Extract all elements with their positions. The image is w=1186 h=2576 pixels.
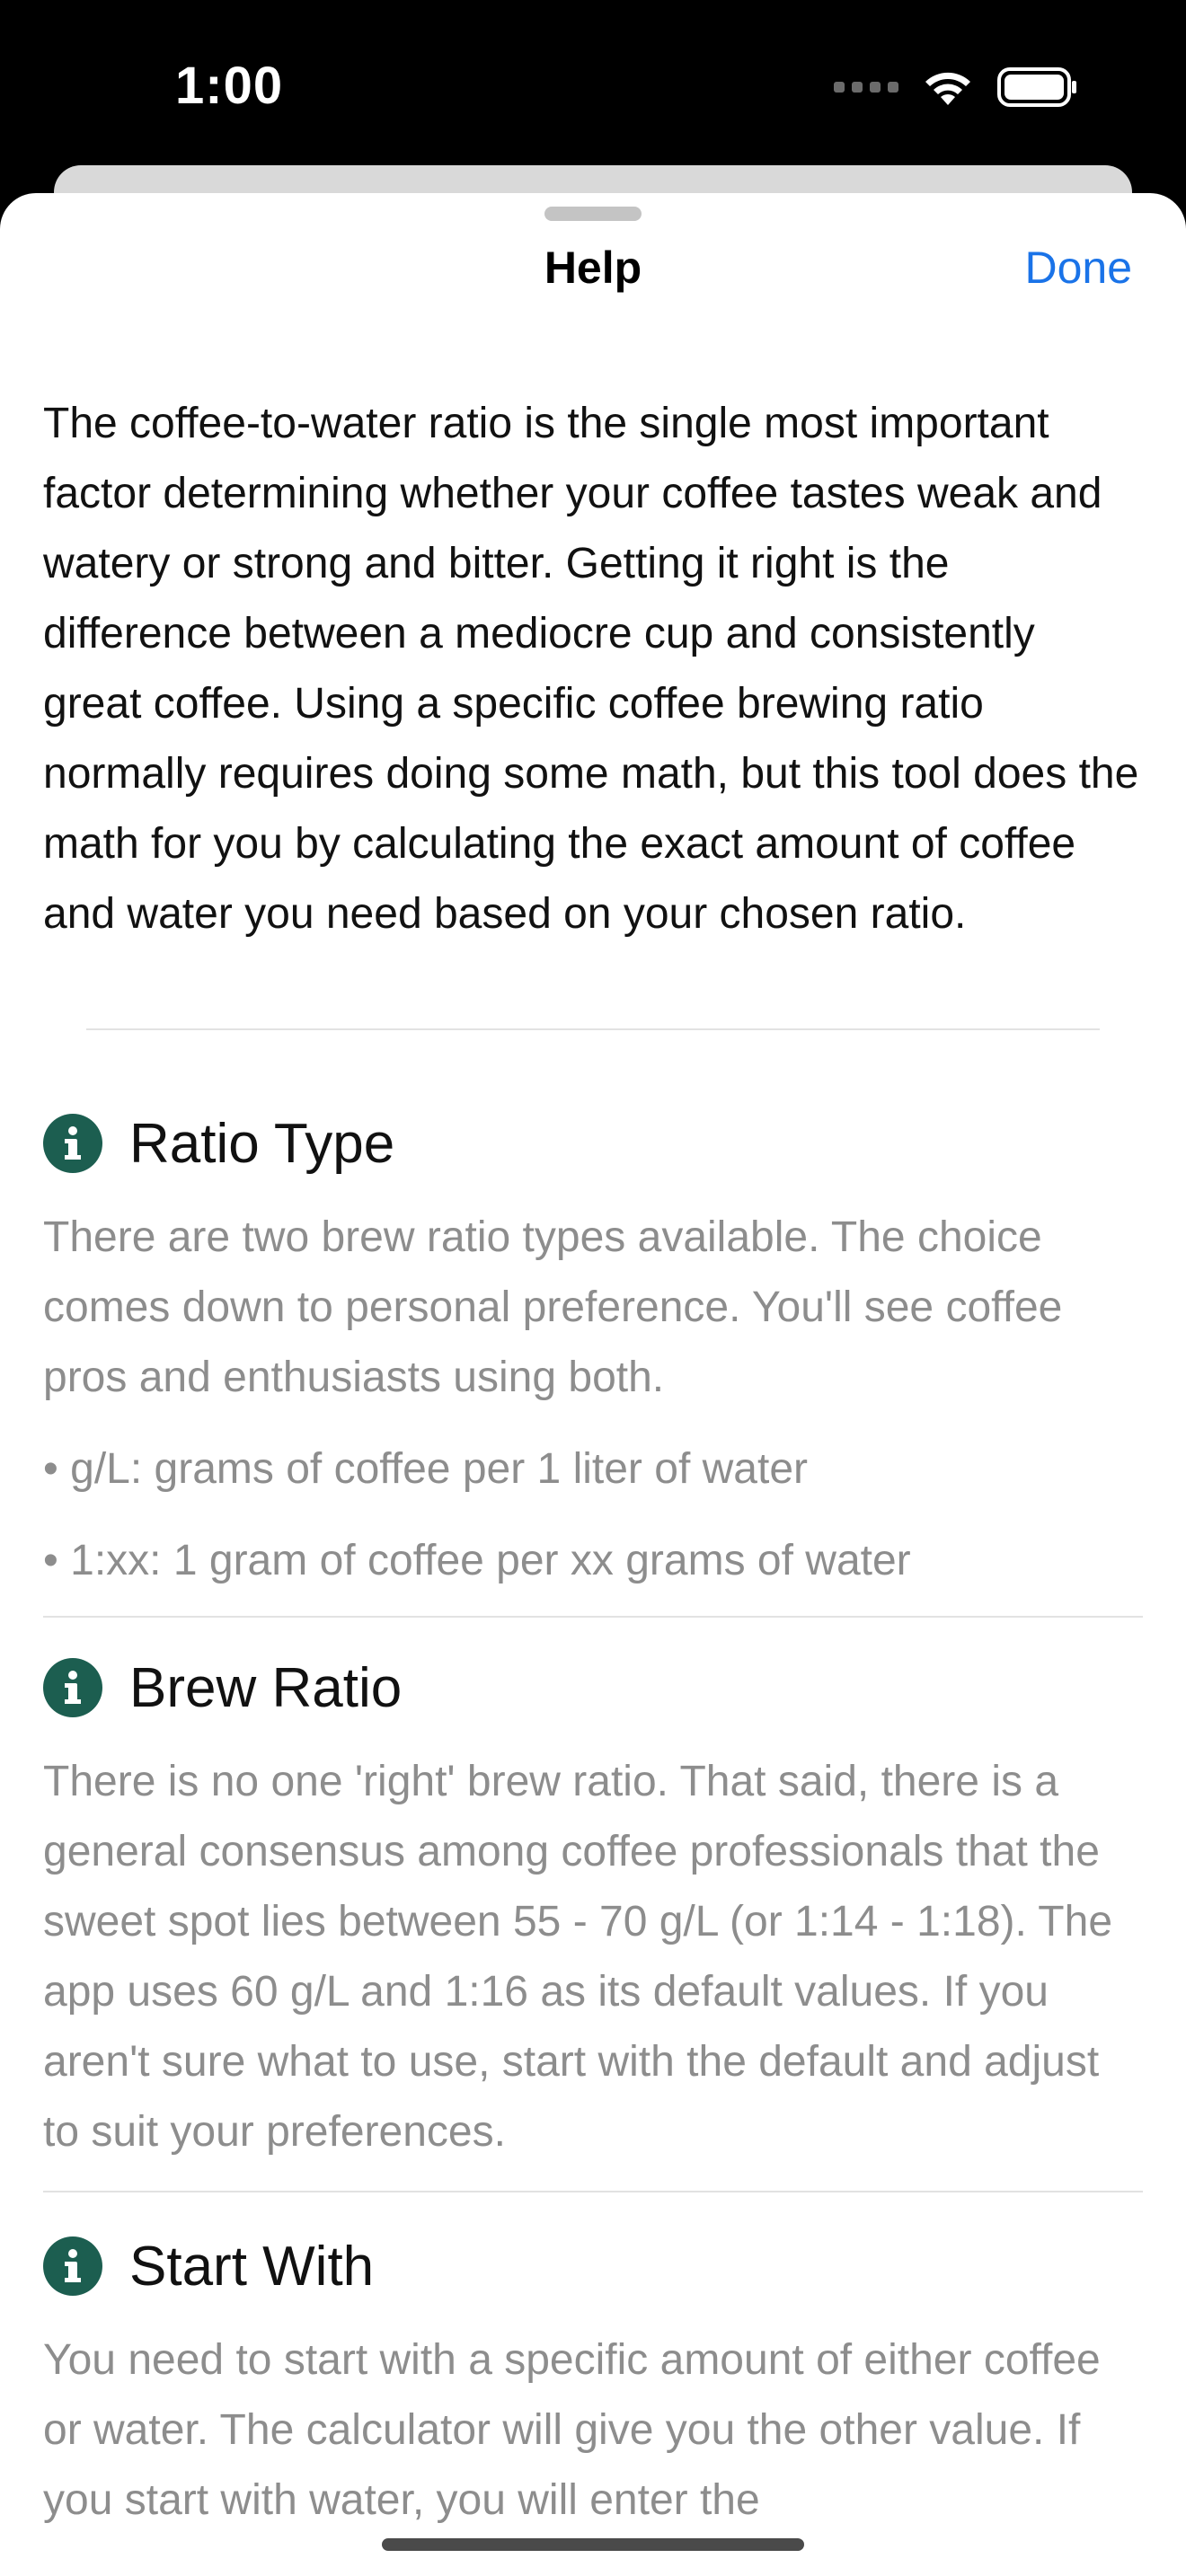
list-item: • 1:xx: 1 gram of coffee per xx grams of… (43, 1537, 911, 1584)
battery-icon (997, 67, 1076, 107)
intro-paragraph: The coffee-to-water ratio is the single … (43, 400, 1139, 938)
section-body: You need to start with a specific amount… (43, 2336, 1101, 2524)
section-title: Start With (129, 2235, 375, 2298)
divider (86, 1028, 1100, 1030)
info-icon (43, 1114, 102, 1173)
status-icons (834, 65, 1078, 110)
info-icon (43, 2236, 102, 2296)
section-body: There are two brew ratio types available… (43, 1213, 1063, 1401)
status-time: 1:00 (175, 57, 284, 115)
section-title: Ratio Type (129, 1112, 395, 1175)
section-start-with: Start With You need to start with a spec… (43, 2230, 1143, 2536)
home-indicator[interactable] (382, 2538, 804, 2551)
section-ratio-type: Ratio Type There are two brew ratio type… (43, 1107, 1143, 1618)
divider (43, 2191, 1143, 2192)
info-icon (43, 1658, 102, 1717)
cellular-signal-icon (834, 82, 898, 93)
section-header: Ratio Type (43, 1107, 1143, 1179)
section-body: There is no one 'right' brew ratio. That… (43, 1758, 1113, 2156)
help-sheet: Help Done The coffee-to-water ratio is t… (0, 193, 1186, 2576)
list-item: • g/L: grams of coffee per 1 liter of wa… (43, 1445, 808, 1493)
status-bar: 1:00 (0, 0, 1186, 171)
section-header: Brew Ratio (43, 1652, 1143, 1724)
wifi-icon (925, 72, 970, 105)
divider (43, 1616, 1143, 1618)
help-content: The coffee-to-water ratio is the single … (43, 389, 1143, 2536)
done-button[interactable]: Done (1024, 242, 1132, 294)
sheet-title: Help (544, 243, 642, 293)
section-brew-ratio: Brew Ratio There is no one 'right' brew … (43, 1652, 1143, 2192)
section-header: Start With (43, 2230, 1143, 2302)
sheet-grabber[interactable] (544, 207, 642, 221)
section-title: Brew Ratio (129, 1656, 403, 1719)
